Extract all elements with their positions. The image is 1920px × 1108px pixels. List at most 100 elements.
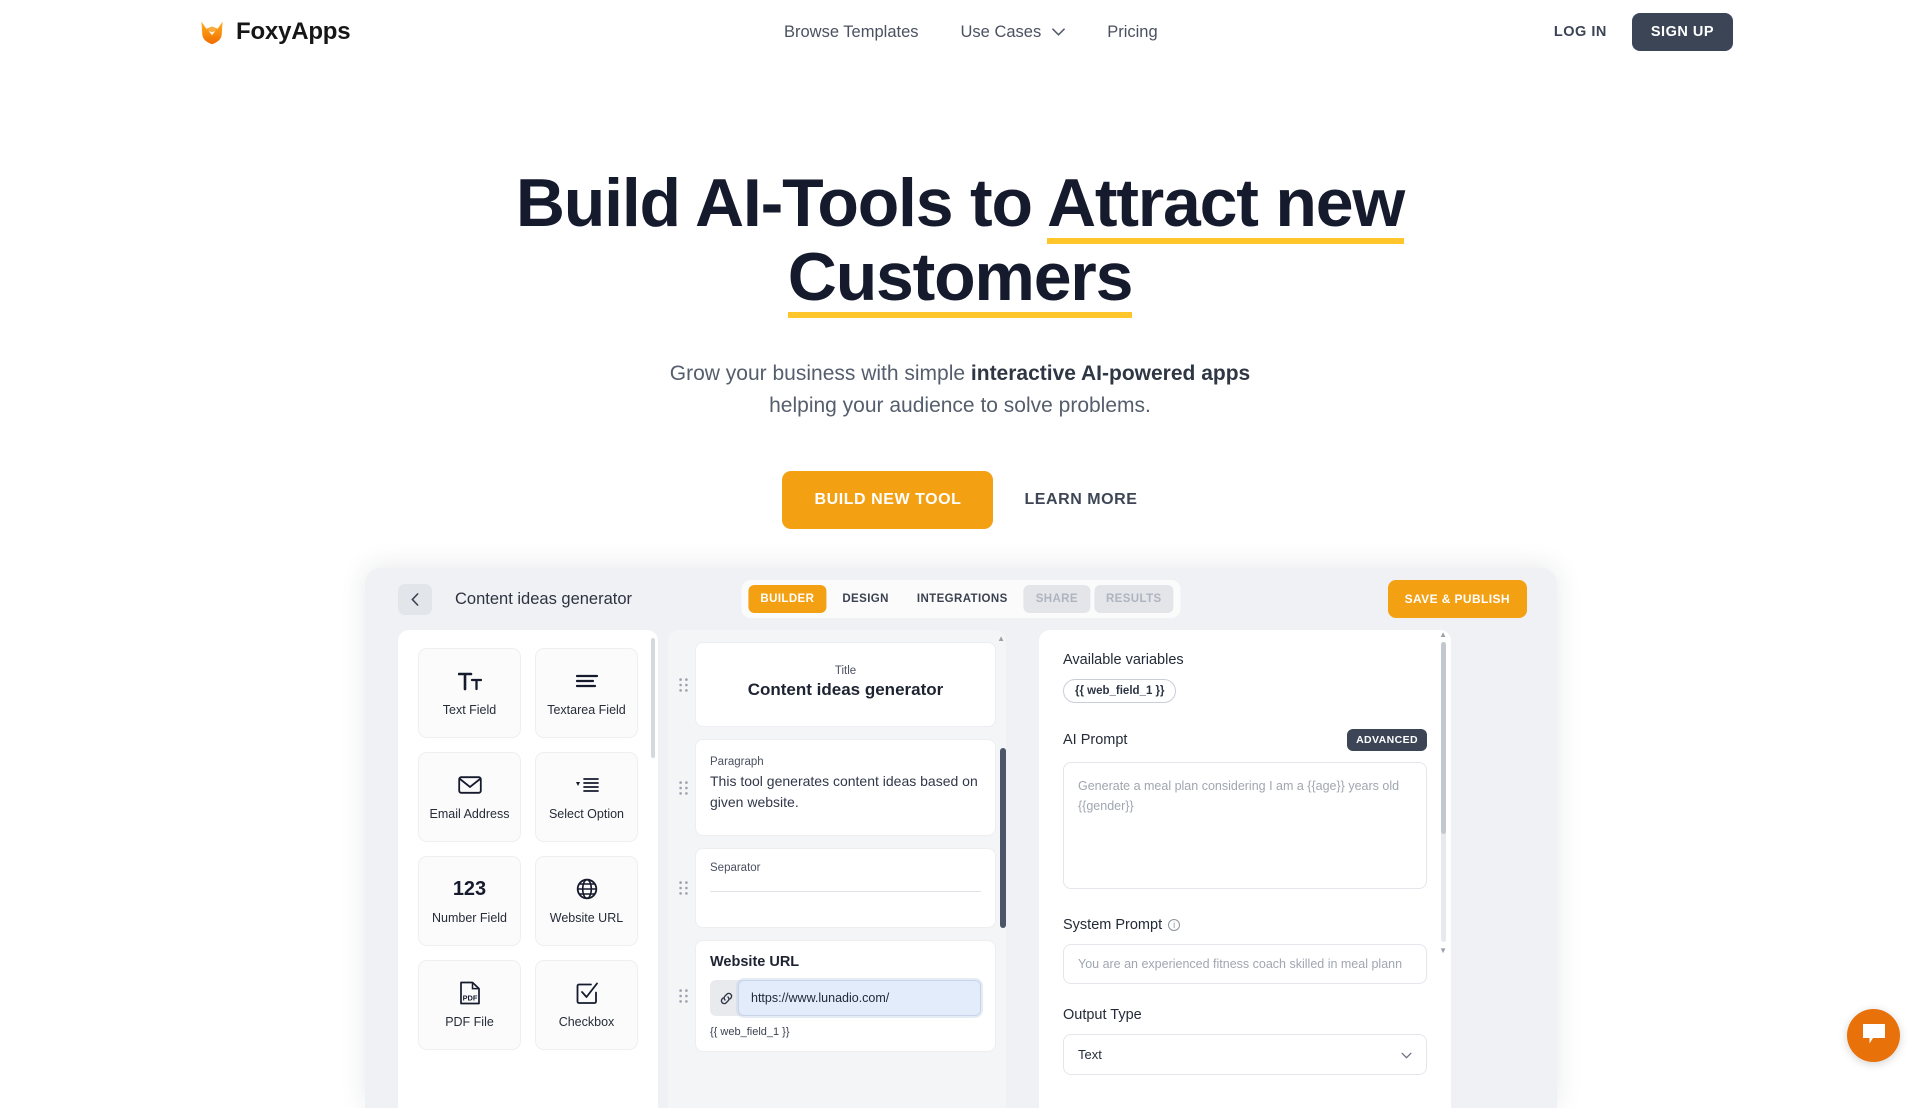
palette-item-label: PDF File — [445, 1015, 494, 1030]
tab-builder[interactable]: BUILDER — [748, 585, 826, 613]
back-button[interactable] — [398, 584, 432, 615]
hero-cta-group: BUILD NEW TOOL LEARN MORE — [0, 471, 1920, 529]
brand-name: FoxyApps — [236, 18, 350, 46]
fox-logo-icon — [199, 19, 225, 45]
chat-support-button[interactable] — [1847, 1009, 1900, 1062]
drag-handle-icon[interactable] — [678, 781, 688, 795]
paragraph-block-kicker: Paragraph — [710, 756, 981, 768]
lines-icon — [575, 668, 599, 694]
sign-up-button[interactable]: SIGN UP — [1632, 13, 1733, 51]
drag-handle-icon[interactable] — [678, 881, 688, 895]
ai-prompt-header: AI Prompt ADVANCED — [1063, 729, 1427, 751]
canvas-block-paragraph[interactable]: Paragraph This tool generates content id… — [678, 739, 996, 836]
drag-handle-icon[interactable] — [678, 678, 688, 692]
hero-title-plain: Build AI-Tools to — [516, 165, 1047, 241]
palette-item-label: Email Address — [430, 807, 510, 822]
hero-subtitle-part1: Grow your business with simple — [670, 362, 971, 385]
hero-subtitle: Grow your business with simple interacti… — [0, 358, 1920, 422]
panel-scroll-down-icon[interactable]: ▼ — [1439, 946, 1447, 955]
hero-title-highlight-2: Customers — [788, 239, 1132, 318]
dropdown-list-icon — [574, 772, 600, 798]
nav-link-browse-templates[interactable]: Browse Templates — [784, 23, 919, 42]
title-block-kicker: Title — [710, 665, 981, 677]
build-new-tool-button[interactable]: BUILD NEW TOOL — [782, 471, 993, 529]
website-url-input[interactable] — [738, 980, 981, 1016]
log-in-link[interactable]: LOG IN — [1554, 24, 1607, 40]
ai-settings-panel: Available variables {{ web_field_1 }} AI… — [1039, 630, 1451, 1108]
title-block[interactable]: Title Content ideas generator — [695, 642, 996, 727]
form-canvas-panel: ▲ Title Content ideas generator — [668, 630, 1006, 1108]
settings-scrollbar-thumb[interactable] — [1441, 642, 1446, 834]
website-url-input-row — [710, 980, 981, 1016]
system-prompt-header: System Prompt i — [1063, 917, 1427, 933]
drag-handle-icon[interactable] — [678, 989, 688, 1003]
paragraph-block[interactable]: Paragraph This tool generates content id… — [695, 739, 996, 836]
nav-link-pricing[interactable]: Pricing — [1107, 23, 1157, 42]
advanced-badge[interactable]: ADVANCED — [1347, 729, 1427, 751]
canvas-scrollbar-thumb[interactable] — [1000, 748, 1006, 928]
palette-item-website-url[interactable]: Website URL — [535, 856, 638, 946]
nav-auth-actions: LOG IN SIGN UP — [1554, 13, 1733, 51]
field-palette-panel: Text Field Textarea Field — [398, 630, 658, 1108]
separator-block[interactable]: Separator — [695, 848, 996, 928]
variable-chip[interactable]: {{ web_field_1 }} — [1063, 679, 1176, 703]
ai-prompt-label: AI Prompt — [1063, 732, 1127, 748]
chevron-left-icon — [411, 593, 419, 606]
palette-item-label: Textarea Field — [547, 703, 626, 718]
envelope-icon — [458, 772, 482, 798]
palette-item-label: Website URL — [550, 911, 623, 926]
info-icon[interactable]: i — [1168, 919, 1180, 931]
ai-prompt-textarea[interactable] — [1063, 762, 1427, 889]
brand-logo[interactable]: FoxyApps — [199, 18, 350, 46]
canvas-block-separator[interactable]: Separator — [678, 848, 996, 928]
app-builder-screenshot: Content ideas generator BUILDER DESIGN I… — [365, 568, 1557, 1108]
panel-scroll-up-icon[interactable]: ▲ — [1439, 630, 1447, 639]
palette-item-pdf-file[interactable]: PDF PDF File — [418, 960, 521, 1050]
website-url-block[interactable]: Website URL {{ web_field_1 }} — [695, 940, 996, 1052]
nav-link-use-cases-label: Use Cases — [961, 23, 1042, 42]
output-type-value: Text — [1078, 1047, 1102, 1062]
palette-scrollbar-thumb[interactable] — [651, 638, 655, 758]
chevron-down-icon — [1401, 1047, 1412, 1062]
chevron-up-icon: ▲ — [997, 634, 1005, 643]
palette-item-select-option[interactable]: Select Option — [535, 752, 638, 842]
palette-item-textarea-field[interactable]: Textarea Field — [535, 648, 638, 738]
settings-scrollbar[interactable] — [1441, 642, 1446, 942]
output-type-select[interactable]: Text — [1063, 1034, 1427, 1075]
pdf-file-icon: PDF — [459, 980, 481, 1006]
palette-item-text-field[interactable]: Text Field — [418, 648, 521, 738]
system-prompt-input[interactable] — [1063, 944, 1427, 984]
builder-body: Text Field Textarea Field — [365, 630, 1557, 1108]
palette-item-label: Select Option — [549, 807, 624, 822]
save-and-publish-button[interactable]: SAVE & PUBLISH — [1388, 580, 1527, 618]
available-variables-label: Available variables — [1063, 652, 1427, 668]
canvas-block-title[interactable]: Title Content ideas generator — [678, 642, 996, 727]
builder-tab-group: BUILDER DESIGN INTEGRATIONS SHARE RESULT… — [741, 580, 1180, 618]
checkbox-icon — [576, 980, 598, 1006]
text-format-icon — [458, 668, 482, 694]
paragraph-block-value: This tool generates content ideas based … — [710, 771, 981, 813]
palette-item-label: Number Field — [432, 911, 507, 926]
website-url-variable: {{ web_field_1 }} — [710, 1026, 981, 1038]
separator-line — [710, 891, 981, 892]
page-title: Build AI-Tools to Attract new Customers — [430, 166, 1490, 314]
output-type-label: Output Type — [1063, 1007, 1142, 1023]
svg-text:PDF: PDF — [462, 994, 477, 1003]
output-type-header: Output Type — [1063, 1007, 1427, 1023]
top-navigation-bar: FoxyApps Browse Templates Use Cases Pric… — [0, 0, 1920, 64]
hero-subtitle-bold: interactive AI-powered apps — [971, 362, 1250, 385]
canvas-block-website-url[interactable]: Website URL {{ web_field_1 }} — [678, 940, 996, 1052]
system-prompt-label: System Prompt — [1063, 917, 1162, 933]
hero-title-highlight-1: Attract new — [1047, 165, 1404, 244]
palette-item-number-field[interactable]: 123 Number Field — [418, 856, 521, 946]
palette-item-email-address[interactable]: Email Address — [418, 752, 521, 842]
builder-app-title: Content ideas generator — [455, 590, 632, 609]
palette-item-checkbox[interactable]: Checkbox — [535, 960, 638, 1050]
tab-integrations[interactable]: INTEGRATIONS — [905, 585, 1020, 613]
learn-more-button[interactable]: LEARN MORE — [1024, 491, 1137, 509]
chevron-down-icon — [1052, 28, 1065, 36]
website-url-label: Website URL — [710, 954, 981, 970]
tab-design[interactable]: DESIGN — [830, 585, 901, 613]
palette-scrollbar[interactable] — [651, 638, 655, 1040]
nav-link-use-cases[interactable]: Use Cases — [961, 23, 1066, 42]
